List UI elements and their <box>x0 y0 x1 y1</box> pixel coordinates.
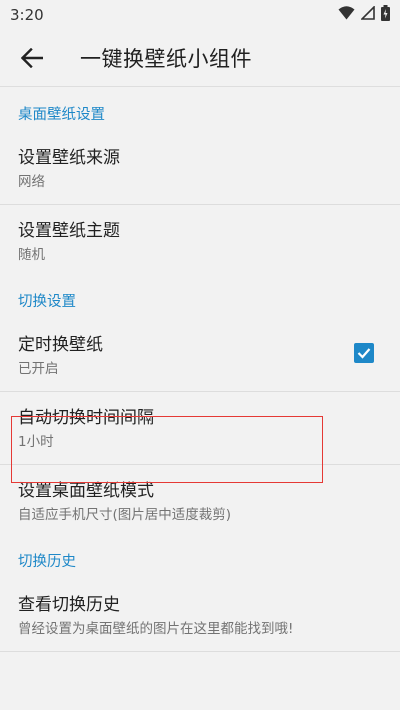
section-header-switch-history: 切换历史 <box>18 554 76 570</box>
pref-auto-switch-interval[interactable]: 自动切换时间间隔 1小时 <box>0 392 400 465</box>
pref-title: 自动切换时间间隔 <box>18 408 154 428</box>
section-header-desktop-wallpaper: 桌面壁纸设置 <box>18 107 105 123</box>
timed-wallpaper-checkbox[interactable] <box>354 343 374 363</box>
section-header-switch-settings: 切换设置 <box>18 294 76 310</box>
pref-title: 查看切换历史 <box>18 595 120 615</box>
pref-summary: 自适应手机尺寸(图片居中适度裁剪) <box>18 507 232 523</box>
signal-icon <box>360 5 375 24</box>
pref-title: 定时换壁纸 <box>18 335 103 355</box>
pref-wallpaper-theme[interactable]: 设置壁纸主题 随机 <box>0 205 400 277</box>
arrow-left-icon <box>21 48 43 68</box>
back-button[interactable] <box>18 44 46 72</box>
pref-summary: 已开启 <box>18 361 59 377</box>
pref-wallpaper-source[interactable]: 设置壁纸来源 网络 <box>0 132 400 205</box>
pref-summary: 曾经设置为桌面壁纸的图片在这里都能找到哦! <box>18 621 294 637</box>
wifi-icon <box>338 6 355 24</box>
pref-view-history[interactable]: 查看切换历史 曾经设置为桌面壁纸的图片在这里都能找到哦! <box>0 579 400 652</box>
pref-wallpaper-mode[interactable]: 设置桌面壁纸模式 自适应手机尺寸(图片居中适度裁剪) <box>0 465 400 537</box>
pref-title: 设置桌面壁纸模式 <box>18 481 154 501</box>
pref-summary: 网络 <box>18 174 45 190</box>
pref-timed-wallpaper[interactable]: 定时换壁纸 已开启 <box>0 319 400 392</box>
checkmark-icon <box>357 348 371 359</box>
status-time: 3:20 <box>10 6 44 24</box>
pref-title: 设置壁纸主题 <box>18 221 120 241</box>
page-title: 一键换壁纸小组件 <box>80 47 252 71</box>
pref-summary: 随机 <box>18 247 45 263</box>
pref-title: 设置壁纸来源 <box>18 148 120 168</box>
toolbar: 一键换壁纸小组件 <box>0 30 400 87</box>
status-bar: 3:20 <box>0 0 400 30</box>
battery-icon <box>381 5 390 25</box>
pref-summary: 1小时 <box>18 434 54 450</box>
status-icons <box>338 5 390 25</box>
